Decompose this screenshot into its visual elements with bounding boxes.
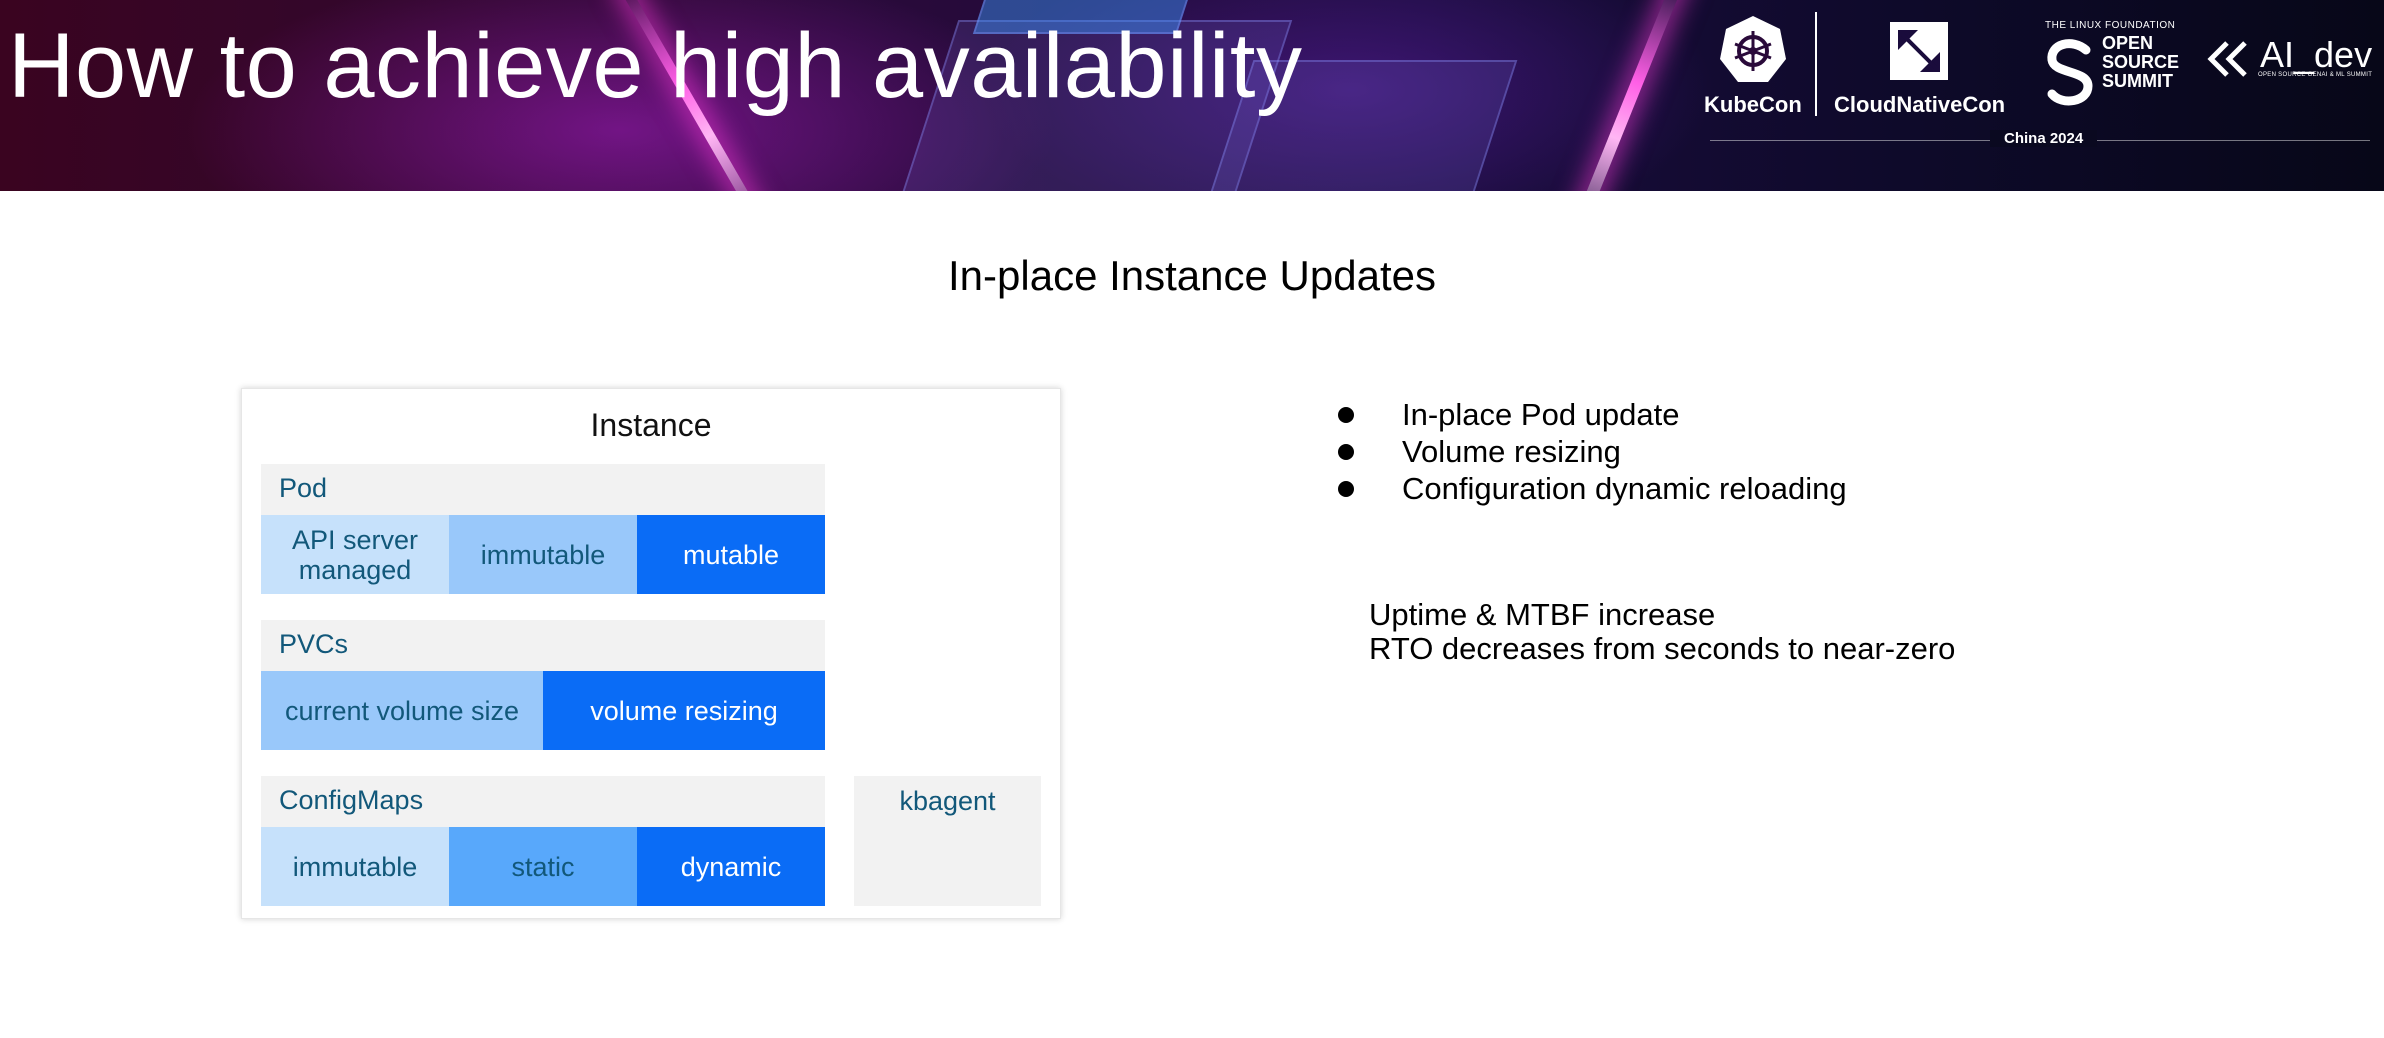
event-logos: KubeCon CloudNativeCon THE LINUX FOUNDAT… xyxy=(1690,0,2384,191)
pvcs-volume-resizing-cell: volume resizing xyxy=(543,671,825,750)
pvcs-label: PVCs xyxy=(279,629,349,659)
pod-api-server-managed-cell: API server managed xyxy=(261,515,449,594)
banner-light-beam xyxy=(1564,0,1688,191)
bullet-item: Volume resizing xyxy=(1334,433,1847,470)
instance-title: Instance xyxy=(590,407,712,443)
kbagent-label: kbagent xyxy=(899,786,996,816)
kubecon-logo-text: KubeCon xyxy=(1704,92,1802,117)
summary-line-rto: RTO decreases from seconds to near-zero xyxy=(1369,631,1956,666)
feature-bullet-list: In-place Pod update Volume resizing Conf… xyxy=(1334,396,1847,507)
cloudnativecon-icon xyxy=(1890,22,1948,80)
ai-dev-subtext: OPEN SOURCE GENAI & ML SUMMIT xyxy=(2258,72,2373,78)
slide-title: How to achieve high availability xyxy=(8,15,1303,117)
header-banner: How to achieve high availability KubeCon… xyxy=(0,0,2384,191)
pod-mutable-cell: mutable xyxy=(637,515,825,594)
open-source-summit-text: OPEN SOURCE SUMMIT xyxy=(2102,33,2180,91)
pvcs-section-header: PVCs xyxy=(261,620,825,672)
pvcs-current-volume-size-cell: current volume size xyxy=(261,671,543,750)
pod-immutable-cell: immutable xyxy=(449,515,637,594)
configmaps-label: ConfigMaps xyxy=(279,785,424,815)
configmaps-static-cell: static xyxy=(449,827,637,906)
open-source-summit-icon xyxy=(2047,39,2093,106)
kbagent-box: kbagent xyxy=(854,776,1041,906)
event-edition-label: China 2024 xyxy=(1990,130,2098,147)
pod-label: Pod xyxy=(279,473,328,503)
bullet-item: Configuration dynamic reloading xyxy=(1334,470,1847,507)
instance-diagram: Instance Pod API server managed immutabl… xyxy=(241,388,1061,919)
pod-section-header: Pod xyxy=(261,464,825,516)
configmaps-section-header: ConfigMaps xyxy=(261,776,825,828)
section-subtitle: In-place Instance Updates xyxy=(948,252,1436,299)
kubernetes-helm-icon xyxy=(1720,16,1786,82)
ai-dev-chevrons-icon xyxy=(2207,41,2247,77)
configmaps-dynamic-cell: dynamic xyxy=(637,827,825,906)
ai-dev-logo-text: AI_dev xyxy=(2260,34,2373,75)
logo-divider xyxy=(1815,12,1817,116)
linux-foundation-text: THE LINUX FOUNDATION xyxy=(2045,20,2176,31)
configmaps-immutable-cell: immutable xyxy=(261,827,449,906)
bullet-item: In-place Pod update xyxy=(1334,396,1847,433)
benefits-summary: Uptime & MTBF increase RTO decreases fro… xyxy=(1369,598,1955,666)
cloudnativecon-logo-text: CloudNativeCon xyxy=(1834,92,2006,117)
summary-line-uptime: Uptime & MTBF increase xyxy=(1369,597,1716,632)
